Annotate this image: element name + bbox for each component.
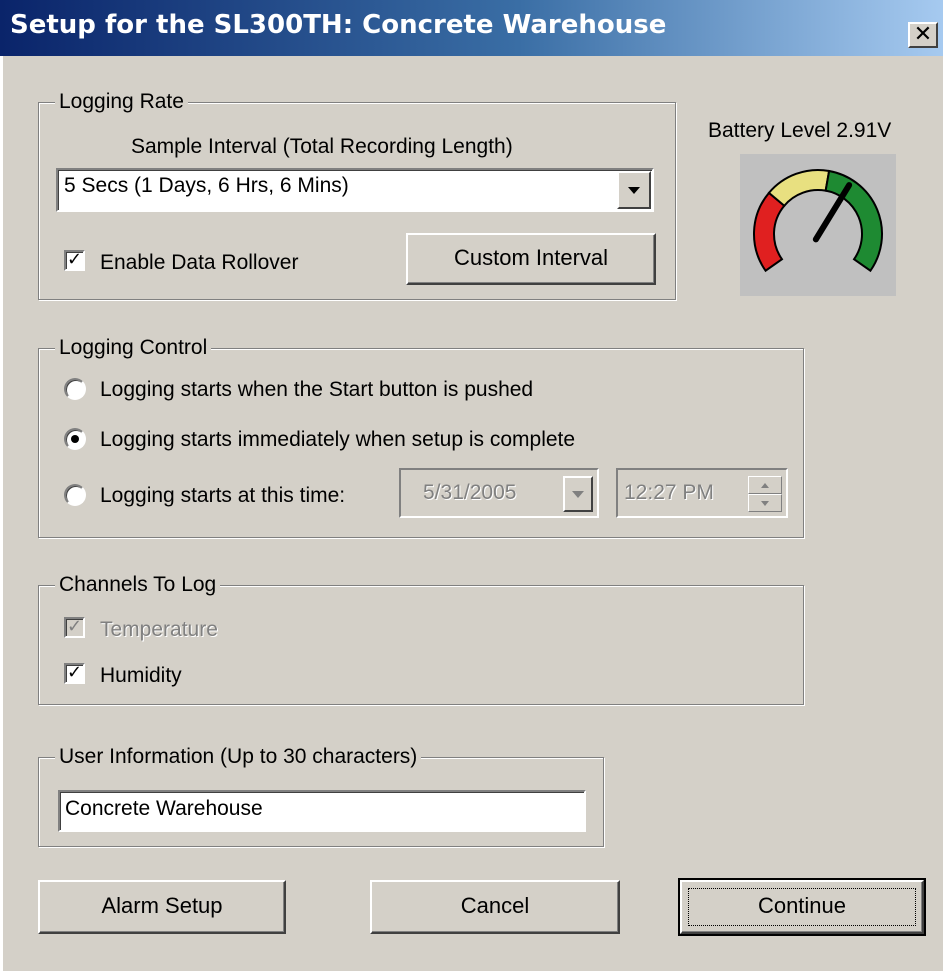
spin-down-icon xyxy=(761,501,769,506)
cancel-button[interactable]: Cancel xyxy=(370,880,620,934)
radio-start-at-time-label: Logging starts at this time: xyxy=(100,484,346,507)
time-spin-down-button[interactable] xyxy=(748,494,782,512)
custom-interval-label: Custom Interval xyxy=(453,245,609,270)
radio-start-at-time[interactable] xyxy=(64,484,86,506)
enable-rollover-label: Enable Data Rollover xyxy=(100,251,299,274)
continue-button[interactable]: Continue xyxy=(678,878,926,936)
sample-interval-dropdown-button[interactable] xyxy=(617,171,651,209)
start-time-value: 12:27 PM xyxy=(624,481,714,504)
alarm-setup-label: Alarm Setup xyxy=(101,893,223,918)
start-time-picker[interactable]: 12:27 PM xyxy=(616,468,788,518)
window-title: Setup for the SL300TH: Concrete Warehous… xyxy=(10,10,667,40)
start-date-picker[interactable]: 5/31/2005 xyxy=(399,468,599,518)
spin-up-icon xyxy=(761,483,769,488)
custom-interval-button[interactable]: Custom Interval xyxy=(406,233,656,285)
chevron-down-icon xyxy=(628,187,640,194)
logging-control-legend: Logging Control xyxy=(55,335,212,361)
chevron-down-icon xyxy=(572,491,584,498)
gauge-high-segment xyxy=(824,169,883,273)
humidity-checkbox[interactable]: ✓ xyxy=(64,663,85,684)
start-date-value: 5/31/2005 xyxy=(423,481,517,504)
radio-start-immediately[interactable] xyxy=(64,428,86,450)
enable-rollover-checkbox[interactable]: ✓ xyxy=(64,250,85,271)
gauge-mid-segment xyxy=(767,169,831,208)
checkmark-icon: ✓ xyxy=(66,249,83,270)
close-button[interactable]: ✕ xyxy=(908,22,938,48)
battery-gauge-graphic xyxy=(753,169,883,273)
sample-interval-label: Sample Interval (Total Recording Length) xyxy=(131,135,513,158)
title-bar: Setup for the SL300TH: Concrete Warehous… xyxy=(0,0,943,56)
temperature-label: Temperature xyxy=(100,618,218,641)
humidity-label: Humidity xyxy=(100,664,182,687)
alarm-setup-button[interactable]: Alarm Setup xyxy=(38,880,286,934)
start-date-dropdown-button[interactable] xyxy=(563,476,593,512)
user-info-input[interactable]: Concrete Warehouse xyxy=(58,790,586,832)
close-icon: ✕ xyxy=(913,22,933,47)
channels-legend: Channels To Log xyxy=(55,572,221,598)
sample-interval-value: 5 Secs (1 Days, 6 Hrs, 6 Mins) xyxy=(64,174,349,197)
checkmark-icon: ✓ xyxy=(66,662,83,683)
battery-level-label: Battery Level 2.91V xyxy=(708,119,892,142)
cancel-label: Cancel xyxy=(460,893,530,918)
focus-indicator xyxy=(688,888,916,926)
user-info-legend: User Information (Up to 30 characters) xyxy=(55,744,422,770)
window-border xyxy=(0,56,3,971)
radio-selected-dot xyxy=(71,435,79,443)
battery-gauge xyxy=(740,154,896,296)
time-spin-up-button[interactable] xyxy=(748,476,782,494)
radio-start-button[interactable] xyxy=(64,378,86,400)
sample-interval-select[interactable]: 5 Secs (1 Days, 6 Hrs, 6 Mins) xyxy=(56,168,654,212)
checkmark-icon: ✓ xyxy=(66,616,83,637)
radio-start-button-label: Logging starts when the Start button is … xyxy=(100,378,534,401)
logging-rate-legend: Logging Rate xyxy=(55,89,188,115)
radio-start-immediately-label: Logging starts immediately when setup is… xyxy=(100,428,576,451)
gauge-low-segment xyxy=(753,191,786,273)
temperature-checkbox[interactable]: ✓ xyxy=(64,617,85,638)
